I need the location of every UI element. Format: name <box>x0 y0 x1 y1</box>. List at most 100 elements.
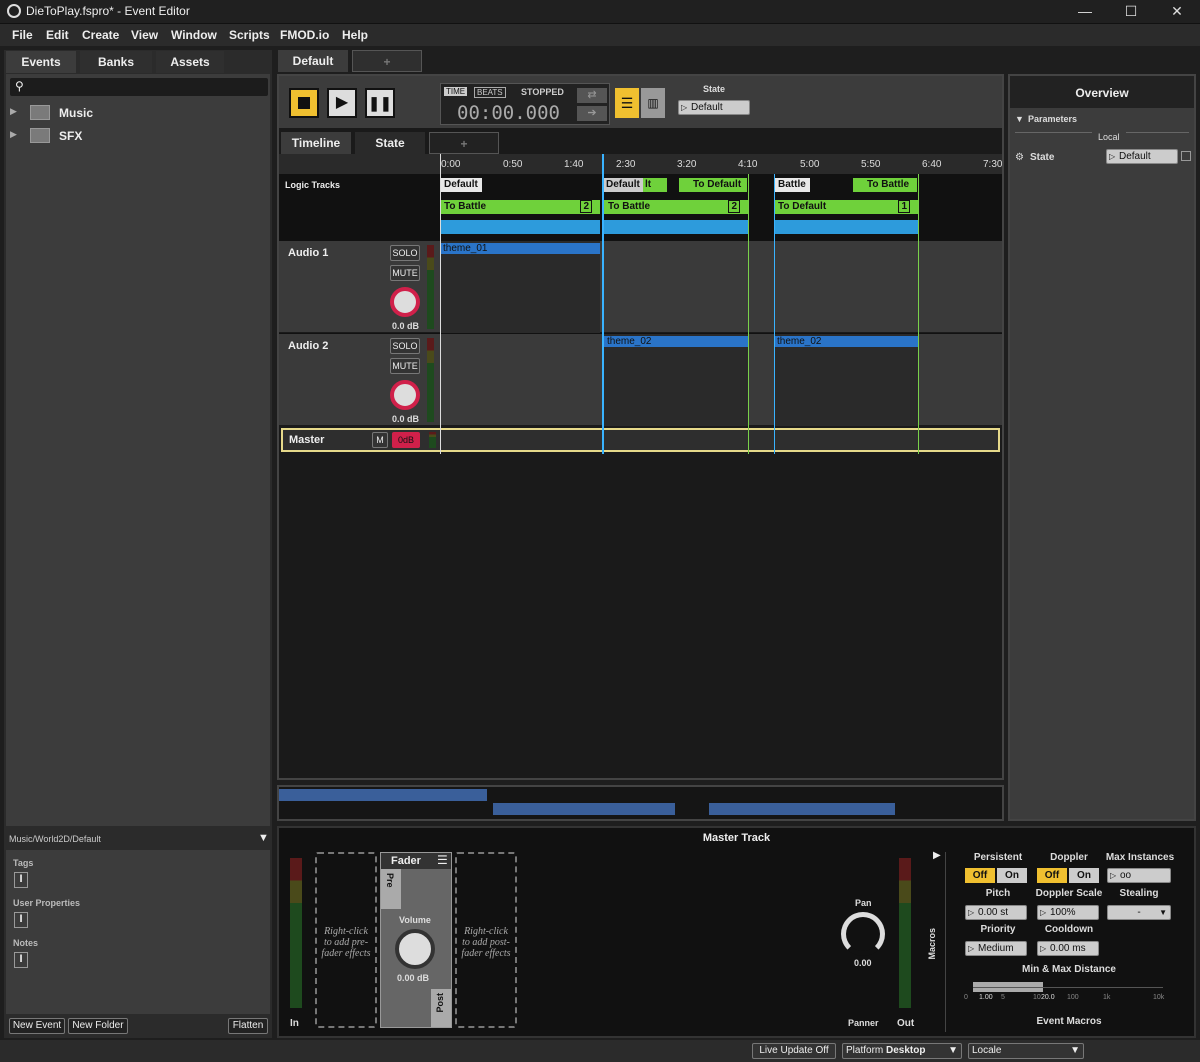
loop-button[interactable]: ⇄ <box>577 88 607 103</box>
timeline-ruler[interactable]: 0:00 0:50 1:40 2:30 3:20 4:10 5:00 5:50 … <box>279 154 1002 174</box>
menu-create[interactable]: Create <box>82 28 119 42</box>
minimize-button[interactable]: — <box>1062 0 1108 24</box>
collapse-arrow-icon[interactable]: ▼ <box>1015 114 1024 124</box>
new-event-button[interactable]: New Event <box>9 1018 65 1034</box>
decks-view-button[interactable]: ▥ <box>641 88 665 118</box>
tracks-view-button[interactable]: ☰ <box>615 88 639 118</box>
post-fader-slot[interactable]: Right-click to add post-fader effects <box>455 852 517 1028</box>
menu-help[interactable]: Help <box>342 28 368 42</box>
platform-select[interactable]: Platform Desktop ▼ <box>842 1043 962 1059</box>
destination-marker[interactable]: Default <box>602 178 644 192</box>
transition-marker[interactable]: To Battle <box>853 178 917 192</box>
loop-region[interactable] <box>774 220 918 234</box>
volume-knob[interactable] <box>390 287 420 317</box>
loop-region[interactable] <box>440 220 600 234</box>
transition-region[interactable]: To Battle 2 <box>604 200 748 214</box>
tab-state[interactable]: State <box>355 132 425 154</box>
menu-fmodio[interactable]: FMOD.io <box>280 28 329 42</box>
state-parameter-select[interactable]: ▷ Default <box>1106 149 1178 164</box>
doppler-off-toggle[interactable]: Off <box>1037 868 1067 883</box>
fmod-logo-icon <box>7 4 21 18</box>
menu-scripts[interactable]: Scripts <box>229 28 270 42</box>
state-param-select[interactable]: ▷ Default <box>678 100 750 115</box>
volume-knob[interactable] <box>390 380 420 410</box>
scale-tick: 5 <box>1001 994 1005 1001</box>
add-sub-tab-button[interactable]: + <box>429 132 499 154</box>
beats-mode-button[interactable]: BEATS <box>474 87 506 98</box>
menu-window[interactable]: Window <box>171 28 217 42</box>
locale-select[interactable]: Locale ▼ <box>968 1043 1084 1059</box>
cursor-line <box>602 154 604 454</box>
expand-arrow-icon[interactable]: ▶ <box>10 129 17 140</box>
chevron-down-icon[interactable]: ▼ <box>258 832 269 844</box>
list-icon: ☰ <box>620 95 634 111</box>
mute-button[interactable]: MUTE <box>390 265 420 281</box>
tab-assets[interactable]: Assets <box>156 51 224 73</box>
in-label: In <box>290 1018 299 1029</box>
transition-region[interactable]: To Default 1 <box>774 200 918 214</box>
timeline-overview[interactable] <box>277 785 1004 821</box>
master-mute-button[interactable]: M <box>372 432 388 448</box>
flatten-button[interactable]: Flatten <box>228 1018 268 1034</box>
expand-arrow-icon[interactable]: ▶ <box>933 850 941 861</box>
master-track[interactable]: Master M 0dB <box>281 428 1000 452</box>
max-instances-field[interactable]: ▷ oo <box>1107 868 1171 883</box>
destination-marker[interactable]: Battle <box>774 178 810 192</box>
new-folder-button[interactable]: New Folder <box>68 1018 128 1034</box>
transition-region[interactable]: To Battle 2 <box>440 200 600 214</box>
doppler-on-toggle[interactable]: On <box>1069 868 1099 883</box>
output-meter <box>899 858 911 1008</box>
cooldown-field[interactable]: ▷ 0.00 ms <box>1037 941 1099 956</box>
fader-volume-knob[interactable] <box>395 929 435 969</box>
text-cursor-icon[interactable]: I <box>14 952 28 968</box>
stealing-select[interactable]: - ▼ <box>1107 905 1171 920</box>
close-button[interactable]: ✕ <box>1154 0 1200 24</box>
mute-button[interactable]: MUTE <box>390 358 420 374</box>
maximize-button[interactable]: ☐ <box>1108 0 1154 24</box>
tree-item-sfx[interactable]: SFX <box>59 129 82 143</box>
audio-region[interactable]: theme_02 <box>774 334 918 426</box>
playhead[interactable] <box>440 154 441 454</box>
time-mode-button[interactable]: TIME <box>444 87 468 96</box>
pitch-field[interactable]: ▷ 0.00 st <box>965 905 1027 920</box>
loop-region[interactable] <box>604 220 748 234</box>
search-input[interactable]: ⚲ <box>10 78 268 96</box>
persistent-off-toggle[interactable]: Off <box>965 868 995 883</box>
menu-view[interactable]: View <box>131 28 158 42</box>
transition-marker[interactable]: To Default <box>679 178 747 192</box>
doppler-scale-field[interactable]: ▷ 100% <box>1037 905 1099 920</box>
follow-button[interactable]: ➔ <box>577 106 607 121</box>
tab-banks[interactable]: Banks <box>80 51 152 73</box>
expand-arrow-icon[interactable]: ▶ <box>10 106 17 117</box>
stop-button[interactable] <box>289 88 319 118</box>
pause-button[interactable]: ❚❚ <box>365 88 395 118</box>
priority-label: Priority <box>980 924 1016 935</box>
tree-item-music[interactable]: Music <box>59 106 93 120</box>
audio-region[interactable]: theme_01 <box>440 241 600 333</box>
pan-knob[interactable] <box>841 912 885 956</box>
marker-overlap[interactable]: lt <box>643 178 667 192</box>
destination-marker[interactable]: Default <box>440 178 482 192</box>
solo-button[interactable]: SOLO <box>390 338 420 354</box>
menu-icon[interactable]: ☰ <box>437 853 448 867</box>
menu-file[interactable]: File <box>12 28 33 42</box>
audio-track-2[interactable]: Audio 2 SOLO MUTE 0.0 dB theme_02 theme_… <box>279 333 1002 426</box>
live-update-button[interactable]: Live Update Off <box>752 1043 836 1059</box>
tab-timeline[interactable]: Timeline <box>281 132 351 154</box>
priority-field[interactable]: ▷ Medium <box>965 941 1027 956</box>
tab-event-default[interactable]: Default <box>278 50 348 72</box>
parameter-checkbox[interactable] <box>1181 151 1191 161</box>
pre-fader-slot[interactable]: Right-click to add pre-fader effects <box>315 852 377 1028</box>
play-button[interactable]: ▶ <box>327 88 357 118</box>
add-event-tab-button[interactable]: + <box>352 50 422 72</box>
audio-region[interactable]: theme_02 <box>604 334 748 426</box>
persistent-on-toggle[interactable]: On <box>997 868 1027 883</box>
tab-events[interactable]: Events <box>6 51 76 73</box>
menu-edit[interactable]: Edit <box>46 28 69 42</box>
master-volume-button[interactable]: 0dB <box>392 432 420 448</box>
solo-button[interactable]: SOLO <box>390 245 420 261</box>
audio-track-1[interactable]: Audio 1 SOLO MUTE 0.0 dB theme_01 <box>279 240 1002 333</box>
text-cursor-icon[interactable]: I <box>14 872 28 888</box>
fader-module[interactable]: Fader ☰ Pre Volume 0.00 dB Post <box>380 852 452 1028</box>
text-cursor-icon[interactable]: I <box>14 912 28 928</box>
